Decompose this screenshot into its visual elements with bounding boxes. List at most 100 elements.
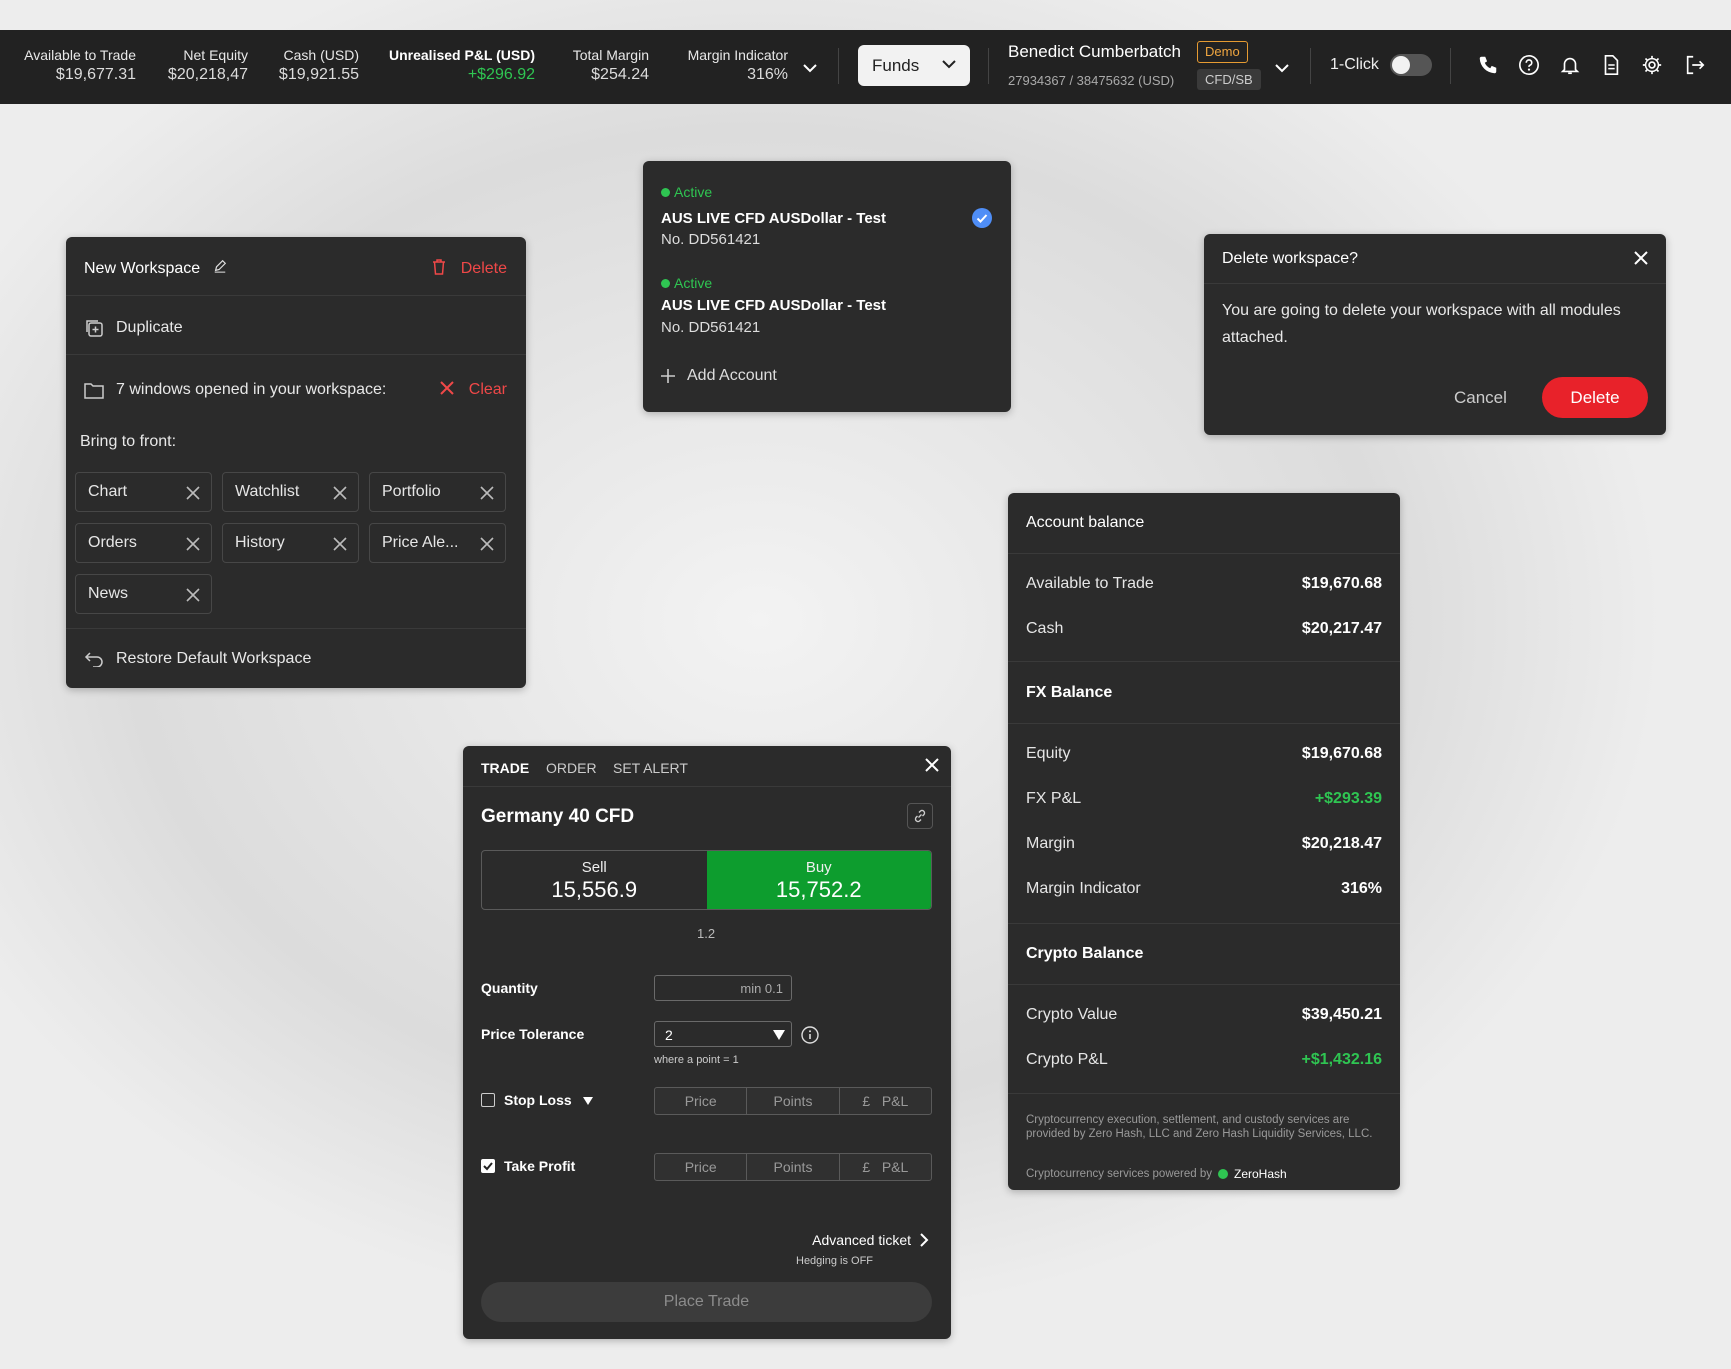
cancel-button[interactable]: Cancel (1454, 388, 1507, 408)
row-label: Equity (1026, 745, 1071, 762)
seg-points[interactable]: Points (747, 1154, 840, 1180)
window-chip-price-alerts[interactable]: Price Ale... (369, 523, 506, 563)
spread-value: 1.2 (697, 926, 716, 941)
confirm-delete-button[interactable]: Delete (1542, 377, 1648, 418)
stat-label: Margin Indicator (687, 47, 788, 63)
seg-pnl[interactable]: £ P&L (840, 1088, 931, 1114)
gear-icon[interactable] (1641, 54, 1663, 81)
seg-pnl[interactable]: £ P&L (840, 1154, 931, 1180)
chip-label: Chart (88, 483, 128, 500)
window-chip-watchlist[interactable]: Watchlist (222, 472, 359, 512)
help-icon[interactable] (1518, 54, 1540, 81)
balance-row: Crypto P&L +$1,432.16 (1026, 1051, 1382, 1069)
chevron-right-icon[interactable] (919, 1232, 929, 1253)
row-label: Available to Trade (1026, 575, 1154, 592)
row-value: 316% (1341, 880, 1382, 897)
duplicate-button[interactable]: Duplicate (84, 318, 183, 338)
account-name[interactable]: AUS LIVE CFD AUSDollar - Test (661, 210, 886, 227)
close-icon[interactable] (333, 537, 347, 551)
tab-set-alert[interactable]: SET ALERT (613, 760, 688, 776)
window-chip-history[interactable]: History (222, 523, 359, 563)
bell-icon[interactable] (1559, 54, 1581, 81)
account-name[interactable]: AUS LIVE CFD AUSDollar - Test (661, 297, 886, 314)
divider (1008, 553, 1400, 554)
stop-loss-toggle[interactable]: Stop Loss (504, 1092, 593, 1108)
seg-price[interactable]: Price (655, 1154, 748, 1180)
delete-workspace-button[interactable]: Delete (432, 259, 507, 278)
price-tolerance-select[interactable]: 2 (654, 1021, 792, 1047)
stat-value: $254.24 (591, 66, 649, 83)
edit-pencil-icon[interactable] (213, 259, 227, 273)
tab-trade[interactable]: TRADE (481, 760, 529, 776)
buy-label: Buy (805, 859, 832, 876)
close-icon[interactable] (186, 588, 200, 602)
stat-label: Available to Trade (24, 47, 136, 63)
logout-icon[interactable] (1684, 54, 1706, 81)
account-switch-chevron-icon[interactable] (1274, 60, 1290, 78)
quantity-input[interactable]: min 0.1 (654, 975, 792, 1001)
seg-price[interactable]: Price (655, 1088, 748, 1114)
tab-order[interactable]: ORDER (546, 760, 597, 776)
row-value: $39,450.21 (1301, 1006, 1382, 1023)
trash-icon (433, 259, 446, 275)
divider (838, 48, 839, 84)
bring-to-front-label: Bring to front: (80, 433, 177, 450)
funds-label: Funds (872, 55, 920, 75)
window-chip-orders[interactable]: Orders (75, 523, 212, 563)
stat-unrealised-pnl: Unrealised P&L (USD) +$296.92 (389, 47, 535, 84)
funds-dropdown[interactable]: Funds (858, 45, 970, 86)
stop-loss-checkbox[interactable] (481, 1093, 495, 1107)
stat-total-margin: Total Margin $254.24 (573, 47, 649, 84)
sell-button[interactable]: Sell 15,556.9 (482, 851, 707, 909)
chip-label: Watchlist (235, 483, 300, 500)
row-value: $19,670.68 (1301, 745, 1382, 762)
status-text: Active (674, 275, 713, 291)
window-chip-news[interactable]: News (75, 574, 212, 614)
plus-icon (661, 369, 675, 383)
document-icon[interactable] (1600, 54, 1622, 81)
restore-label: Restore Default Workspace (116, 650, 312, 667)
checkmark-selected-icon (972, 208, 992, 233)
window-chip-chart[interactable]: Chart (75, 472, 212, 512)
close-icon[interactable] (480, 537, 494, 551)
account-type-badge: CFD/SB (1197, 69, 1261, 90)
chip-label: Orders (88, 534, 137, 551)
add-account-button[interactable]: Add Account (661, 367, 777, 385)
row-label: Margin Indicator (1026, 880, 1141, 897)
one-click-label: 1-Click (1330, 56, 1379, 73)
seg-points[interactable]: Points (747, 1088, 840, 1114)
one-click-toggle[interactable] (1390, 54, 1432, 76)
divider (1008, 661, 1400, 662)
take-profit-label: Take Profit (504, 1158, 576, 1174)
window-chip-portfolio[interactable]: Portfolio (369, 472, 506, 512)
close-icon[interactable] (186, 537, 200, 551)
workspace-title[interactable]: New Workspace (84, 259, 227, 278)
divider (1204, 283, 1666, 284)
advanced-ticket-link[interactable]: Advanced ticket (812, 1232, 911, 1248)
clear-label: Clear (468, 381, 507, 398)
close-icon[interactable] (1634, 251, 1648, 270)
account-ids: 27934367 / 38475632 (USD) (1008, 73, 1175, 88)
close-icon[interactable] (480, 486, 494, 500)
place-trade-button[interactable]: Place Trade (481, 1282, 932, 1322)
stats-expand-chevron-icon[interactable] (802, 60, 818, 78)
restore-default-workspace-button[interactable]: Restore Default Workspace (84, 650, 311, 668)
chip-label: Portfolio (382, 483, 441, 500)
link-icon[interactable] (907, 803, 933, 829)
currency-symbol: £ (862, 1159, 871, 1175)
row-value: $20,218.47 (1301, 835, 1382, 852)
chevron-down-icon (942, 60, 956, 69)
phone-icon[interactable] (1477, 54, 1499, 81)
close-icon[interactable] (925, 758, 939, 777)
balance-row: Equity $19,670.68 (1026, 745, 1382, 763)
info-icon[interactable] (801, 1026, 819, 1049)
buy-button[interactable]: Buy 15,752.2 (706, 851, 931, 909)
close-icon[interactable] (333, 486, 347, 500)
close-icon[interactable] (186, 486, 200, 500)
status-text: Active (674, 184, 713, 200)
tolerance-hint: where a point = 1 (654, 1054, 739, 1066)
row-label: Crypto Value (1026, 1006, 1118, 1023)
clear-windows-button[interactable]: Clear (440, 381, 507, 399)
take-profit-checkbox[interactable] (481, 1159, 495, 1173)
stat-available-to-trade: Available to Trade $19,677.31 (24, 47, 136, 84)
